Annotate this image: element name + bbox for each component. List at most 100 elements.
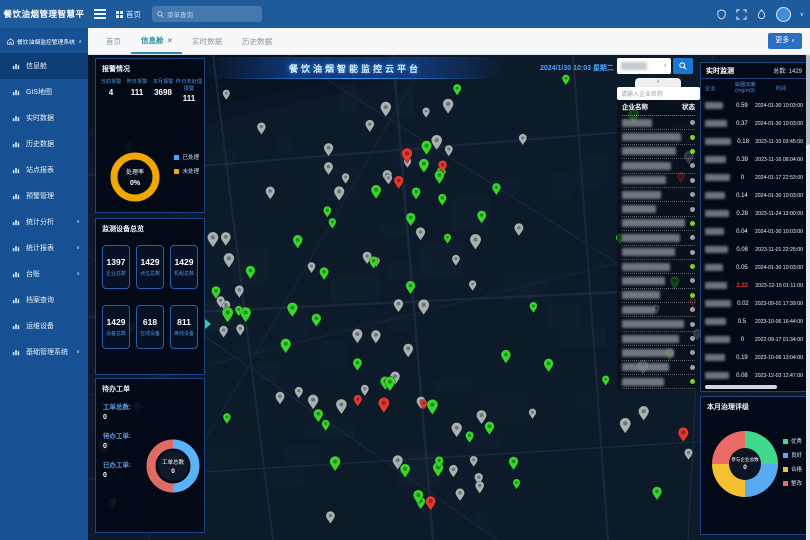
realtime-row-8[interactable]: 0.082023-11-01 22:25:00: [701, 241, 807, 259]
realtime-row-15[interactable]: 0.082023-12-03 12:47:00: [701, 367, 807, 385]
sidebar-item-1[interactable]: GIS地图: [0, 79, 88, 105]
chevron-down-icon[interactable]: ∨: [800, 11, 804, 18]
company-name-input[interactable]: 请输入企业名称: [617, 87, 700, 100]
vertical-scrollbar[interactable]: [806, 55, 810, 540]
popover-collapse-tab[interactable]: ∧: [635, 78, 681, 87]
company-row-9[interactable]: [622, 246, 695, 260]
alarm-stat-label: 昨日报警: [124, 79, 150, 86]
company-row-13[interactable]: [622, 303, 695, 317]
status-dot: [690, 278, 695, 283]
device-ops-icon: [12, 322, 20, 330]
sidebar-item-3[interactable]: 历史数据: [0, 131, 88, 157]
company-row-17[interactable]: [622, 361, 695, 375]
badge-icon[interactable]: [716, 9, 727, 20]
sidebar-item-label: GIS地图: [26, 87, 52, 97]
device-card-2: 1429机组总数: [170, 245, 198, 289]
device-card-label: 设备总数: [106, 330, 126, 337]
record-time: 2023-11-10 03:45:00: [755, 139, 803, 145]
company-row-5[interactable]: [622, 188, 695, 202]
density-value: 0.39: [729, 157, 755, 163]
tab-1[interactable]: 信息舱×: [131, 28, 182, 54]
sidebar-item-6[interactable]: 统计分析∨: [0, 209, 88, 235]
realtime-row-4[interactable]: 02024-01-17 22:53:00: [701, 169, 807, 187]
company-search-button[interactable]: [673, 58, 693, 74]
company-row-2[interactable]: [622, 145, 695, 159]
tab-3[interactable]: 历史数据: [232, 28, 282, 54]
search-icon: [157, 11, 164, 18]
sidebar-item-10[interactable]: 运维设备: [0, 313, 88, 339]
density-value: 2.22: [729, 283, 755, 289]
fullscreen-icon[interactable]: [736, 9, 747, 20]
company-row-1[interactable]: [622, 130, 695, 144]
company-row-15[interactable]: [622, 332, 695, 346]
realtime-row-9[interactable]: 0.052024-01-30 10:03:00: [701, 259, 807, 277]
realtime-total: 总数: 1429: [773, 66, 802, 75]
breadcrumb[interactable]: 首页: [116, 0, 141, 28]
company-row-3[interactable]: [622, 159, 695, 173]
sidebar-system-header[interactable]: 餐饮油烟监控管理系统 ∧: [0, 28, 88, 50]
workorder-panel-title: 待办工单: [96, 379, 204, 397]
realtime-row-1[interactable]: 0.372024-01-30 10:03:00: [701, 115, 807, 133]
status-dot: [690, 264, 695, 269]
realtime-row-11[interactable]: 0.022023-09-01 17:39:00: [701, 295, 807, 313]
legend-swatch: [783, 439, 788, 444]
rating-panel-title: 本月治理评级: [701, 397, 807, 415]
sidebar-item-7[interactable]: 统计报表∨: [0, 235, 88, 261]
company-row-8[interactable]: [622, 231, 695, 245]
legend-swatch: [174, 169, 179, 174]
company-row-10[interactable]: [622, 260, 695, 274]
company-row-0[interactable]: [622, 116, 695, 130]
company-row-6[interactable]: [622, 202, 695, 216]
sidebar-item-2[interactable]: 实时数据: [0, 105, 88, 131]
company-row-7[interactable]: [622, 217, 695, 231]
company-select[interactable]: ∨: [617, 58, 671, 74]
realtime-row-7[interactable]: 0.042024-01-30 10:03:00: [701, 223, 807, 241]
realtime-row-0[interactable]: 0.592024-01-30 10:03:00: [701, 97, 807, 115]
sidebar-item-4[interactable]: 站点报表: [0, 157, 88, 183]
avatar[interactable]: [776, 7, 791, 22]
alarm-stat-0: 当前报警4: [98, 79, 124, 103]
flame-icon[interactable]: [756, 9, 767, 20]
sidebar-item-5[interactable]: 预警管理: [0, 183, 88, 209]
panel-collapse-handle[interactable]: [205, 319, 211, 329]
tab-2[interactable]: 实时数据: [182, 28, 232, 54]
menu-search-input[interactable]: 菜单查询: [152, 6, 262, 22]
close-icon[interactable]: ×: [168, 28, 173, 53]
status-dot: [690, 322, 695, 327]
rating-legend: 优秀良好合格整改: [783, 437, 802, 493]
realtime-row-12[interactable]: 0.52023-10-06 16:44:00: [701, 313, 807, 331]
realtime-row-3[interactable]: 0.392023-11-16 08:04:00: [701, 151, 807, 169]
sidebar-item-11[interactable]: 基础管理系统∨: [0, 339, 88, 365]
sidebar-item-8[interactable]: 台账∨: [0, 261, 88, 287]
sidebar-item-9[interactable]: 档案查询: [0, 287, 88, 313]
info-cabin-icon: [12, 62, 20, 70]
company-row-16[interactable]: [622, 346, 695, 360]
legend-item-1: 良好: [783, 451, 802, 459]
blurred-company-name: [705, 174, 730, 181]
status-dot: [690, 178, 695, 183]
tab-0[interactable]: 首页: [96, 28, 131, 54]
company-row-14[interactable]: [622, 317, 695, 331]
menu-toggle-icon[interactable]: [94, 9, 106, 19]
company-row-12[interactable]: [622, 289, 695, 303]
legend-swatch: [783, 467, 788, 472]
blur-block: [705, 210, 729, 217]
sidebar-item-0[interactable]: 信息舱: [0, 53, 88, 79]
more-button[interactable]: 更多 ∨: [768, 33, 802, 49]
realtime-row-5[interactable]: 0.142024-01-30 10:03:00: [701, 187, 807, 205]
realtime-row-14[interactable]: 0.192023-10-06 13:04:00: [701, 349, 807, 367]
status-dot: [690, 365, 695, 370]
map-title: 餐饮油烟智能监控云平台: [289, 62, 421, 75]
density-value: 0.37: [729, 121, 755, 127]
realtime-row-6[interactable]: 0.282023-11-24 13:00:00: [701, 205, 807, 223]
realtime-row-13[interactable]: 02022-09-17 01:34:00: [701, 331, 807, 349]
device-card-0: 1397企业总数: [102, 245, 130, 289]
realtime-row-2[interactable]: 0.182023-11-10 03:45:00: [701, 133, 807, 151]
company-row-11[interactable]: [622, 274, 695, 288]
realtime-row-10[interactable]: 2.222023-12-15 01:11:00: [701, 277, 807, 295]
blur-block: [705, 300, 731, 307]
company-row-18[interactable]: [622, 375, 695, 389]
company-row-4[interactable]: [622, 174, 695, 188]
horizontal-scrollbar[interactable]: [705, 385, 777, 389]
rating-donut-center: 参与企业总数 0: [729, 448, 761, 480]
